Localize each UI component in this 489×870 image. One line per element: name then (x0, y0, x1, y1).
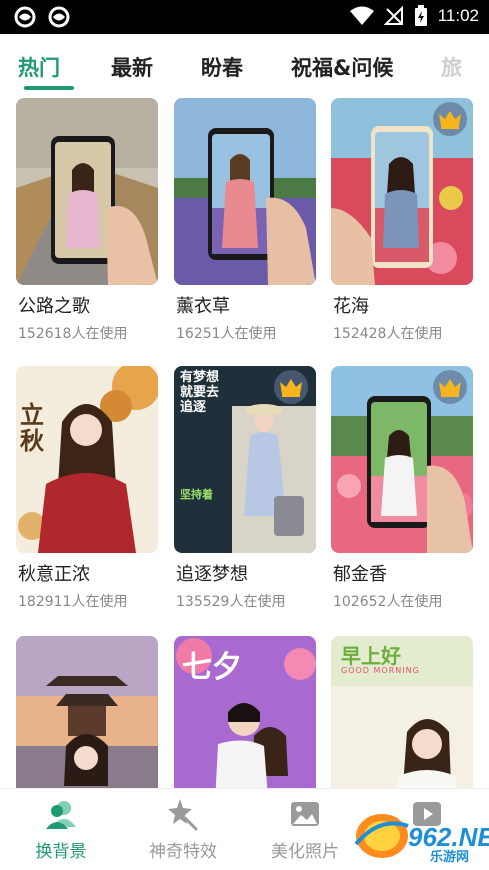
photo-icon (291, 802, 319, 826)
magic-star-icon (168, 799, 198, 831)
dream-slogan-line: 就要去 (180, 385, 220, 400)
morning-subtitle: GOOD MORNING (341, 666, 420, 675)
status-bar: 11:02 (0, 0, 489, 34)
people-icon (46, 801, 76, 829)
qixi-calligraphy: 七夕 (182, 650, 242, 685)
nav-change-background[interactable]: 换背景 (0, 789, 122, 870)
template-card[interactable]: 早上好 GOOD MORNING (331, 636, 474, 788)
template-thumbnail[interactable]: 有梦想 就要去 追逐 坚持着 (174, 366, 316, 553)
watermark-subtext: 乐游网 (430, 850, 470, 865)
lavender-phone-photo (174, 98, 316, 285)
template-title: 郁金香 (333, 564, 387, 585)
autumn-portrait-photo (16, 366, 158, 553)
tab-travel[interactable]: 旅 (441, 52, 462, 82)
pavilion-photo (16, 636, 158, 788)
usage-count: 152428人在使用 (333, 326, 443, 342)
usage-count: 182911人在使用 (18, 594, 128, 610)
template-thumbnail[interactable] (16, 636, 158, 788)
template-title: 追逐梦想 (176, 564, 248, 585)
active-tab-indicator (24, 86, 74, 90)
template-card[interactable]: 七夕 (174, 636, 317, 788)
template-thumbnail[interactable]: 立秋 (16, 366, 158, 553)
road-phone-photo (16, 98, 158, 285)
premium-badge (433, 370, 467, 404)
morning-title: 早上好 (341, 644, 401, 668)
template-grid: 公路之歌 152618人在使用 薰衣草 16251人在使用 花海 152428人… (0, 96, 489, 788)
premium-badge (433, 102, 467, 136)
template-thumbnail[interactable] (331, 366, 473, 553)
tab-greetings[interactable]: 祝福&问候 (291, 52, 393, 82)
tab-spring[interactable]: 盼春 (201, 52, 243, 82)
site-watermark: 962.NET 乐游网 (348, 808, 489, 865)
app-notification-icon (48, 6, 70, 28)
template-card[interactable]: 郁金香 102652人在使用 (331, 366, 474, 610)
template-card[interactable]: 有梦想 就要去 追逐 坚持着 追逐梦想 135529人在使用 (174, 366, 317, 610)
app-notification-icon (14, 6, 36, 28)
template-thumbnail[interactable]: 七夕 (174, 636, 316, 788)
crown-icon (439, 111, 461, 129)
template-title: 公路之歌 (18, 296, 90, 317)
tab-hot[interactable]: 热门 (18, 52, 60, 82)
autumn-calligraphy: 立秋 (20, 400, 44, 455)
tab-latest[interactable]: 最新 (111, 52, 153, 82)
template-card[interactable]: 花海 152428人在使用 (331, 98, 474, 342)
dream-tag: 坚持着 (180, 488, 213, 501)
template-thumbnail[interactable] (174, 98, 316, 285)
template-card[interactable] (16, 636, 159, 788)
template-title: 花海 (333, 296, 369, 317)
nav-magic-effects[interactable]: 神奇特效 (122, 789, 244, 870)
battery-charging-icon (414, 5, 427, 26)
watermark-logo-icon (354, 814, 409, 858)
category-tabs: 热门 最新 盼春 祝福&问候 旅 (0, 34, 489, 98)
usage-count: 135529人在使用 (176, 594, 286, 610)
crown-icon (439, 379, 461, 397)
usage-count: 16251人在使用 (176, 326, 277, 342)
premium-badge (274, 370, 308, 404)
template-thumbnail[interactable]: 早上好 GOOD MORNING (331, 636, 473, 788)
crown-icon (280, 379, 302, 397)
template-card[interactable]: 立秋 秋意正浓 182911人在使用 (16, 366, 159, 610)
nav-label: 神奇特效 (149, 842, 217, 862)
wifi-icon (349, 6, 374, 25)
usage-count: 102652人在使用 (333, 594, 443, 610)
dream-slogan-line: 追逐 (180, 400, 207, 415)
template-card[interactable]: 薰衣草 16251人在使用 (174, 98, 317, 342)
template-card[interactable]: 公路之歌 152618人在使用 (16, 98, 159, 342)
nav-label: 换背景 (35, 842, 87, 862)
template-thumbnail[interactable] (16, 98, 158, 285)
template-thumbnail[interactable] (331, 98, 473, 285)
usage-count: 152618人在使用 (18, 326, 128, 342)
template-title: 秋意正浓 (18, 564, 90, 585)
clock: 11:02 (437, 6, 479, 25)
dream-slogan-line: 有梦想 (180, 370, 220, 385)
no-signal-icon (383, 6, 403, 25)
template-title: 薰衣草 (176, 296, 230, 317)
